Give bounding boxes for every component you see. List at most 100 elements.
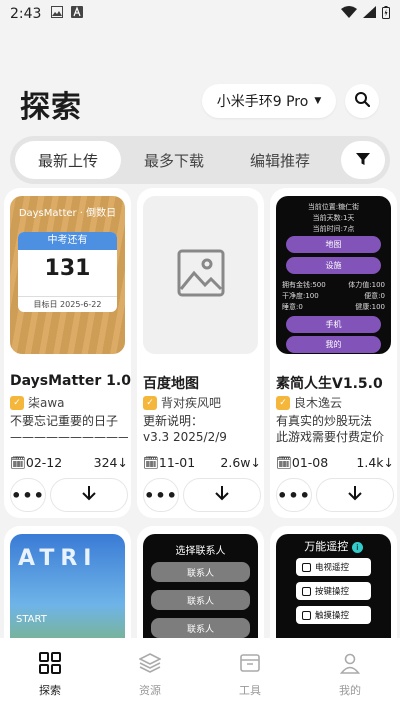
thumb-button: 手机 — [286, 316, 381, 333]
card-description: 更新说明： v3.3 2025/2/9 — [143, 413, 261, 447]
thumb-title: 选择联系人 — [175, 546, 226, 557]
download-small-icon: ↓ — [383, 455, 394, 470]
wifi-icon — [341, 6, 357, 22]
toolbox-icon — [239, 652, 261, 678]
download-button[interactable] — [316, 478, 394, 512]
filter-button[interactable] — [341, 141, 385, 179]
battery-icon — [382, 5, 390, 23]
author-name: 良木逸云 — [294, 396, 343, 410]
image-placeholder-icon — [177, 249, 225, 301]
remote-item-label: 电视遥控 — [315, 563, 350, 573]
thumb-title-text: 万能遥控 — [304, 540, 349, 553]
card-downloads: 324 — [93, 455, 118, 470]
search-button[interactable] — [345, 84, 379, 118]
countdown-card: 中考还有 131 目标日 2025-6-22 — [18, 232, 117, 312]
resource-card[interactable]: 百度地图 ✓ 背对疾风吧 更新说明： v3.3 2025/2/9 🗓11-01 … — [137, 188, 264, 518]
card-meta: 🗓01-08 1.4k↓ — [276, 455, 394, 471]
thumb-text: 当前时间:7点 — [312, 225, 355, 233]
card-downloads: 2.6w — [220, 455, 251, 470]
nav-tools[interactable]: 工具 — [200, 638, 300, 711]
nav-resources[interactable]: 资源 — [100, 638, 200, 711]
download-button[interactable] — [50, 478, 128, 512]
more-icon: ••• — [277, 485, 311, 505]
sort-tabs: 最新上传 最多下载 编辑推荐 — [10, 136, 390, 184]
card-downloads-group: 2.6w↓ — [220, 455, 261, 471]
info-icon: i — [351, 542, 363, 553]
thumb-contact: 联系人 — [151, 562, 250, 582]
calendar-icon: 🗓 — [276, 455, 292, 470]
nav-label: 我的 — [339, 683, 361, 697]
signal-icon — [363, 6, 376, 22]
device-selector[interactable]: 小米手环9 Pro ▼ — [202, 84, 336, 118]
thumb-stats: 干净度:100 便意:0 — [282, 291, 385, 301]
thumb-contact: 联系人 — [151, 590, 250, 610]
more-button[interactable]: ••• — [143, 478, 179, 512]
verified-badge-icon: ✓ — [143, 395, 157, 410]
thumb-contact: 联系人 — [151, 618, 250, 638]
stat: 拥有金钱:500 — [282, 281, 326, 289]
card-author: ✓ 背对疾风吧 — [143, 394, 221, 411]
countdown-footer: 目标日 2025-6-22 — [18, 296, 117, 312]
countdown-header: 中考还有 — [18, 232, 117, 250]
remote-item-label: 触摸操控 — [315, 611, 350, 621]
resource-card[interactable]: DaysMatter · 倒数日 中考还有 131 目标日 2025-6-22 … — [4, 188, 131, 518]
layers-icon — [138, 652, 162, 678]
card-date-group: 🗓02-12 — [10, 455, 62, 471]
thumb-button: 设施 — [286, 257, 381, 274]
nav-label: 资源 — [139, 683, 161, 697]
desc-line: 此游戏需要付费定价 — [276, 430, 385, 444]
card-author: ✓ 良木逸云 — [276, 394, 342, 411]
card-actions: ••• — [10, 478, 128, 512]
touch-icon — [302, 610, 311, 620]
thumb-text: 当前天数:1天 — [312, 214, 355, 222]
grid-icon — [39, 651, 61, 678]
thumb-stats: 睡意:0 健康:100 — [282, 302, 385, 312]
tab-latest[interactable]: 最新上传 — [15, 141, 121, 179]
card-actions: ••• — [143, 478, 261, 512]
download-icon — [214, 485, 230, 505]
card-title: DaysMatter 1.0.2 — [10, 373, 131, 389]
download-button[interactable] — [183, 478, 261, 512]
resource-card[interactable]: 万能遥控 i 电视遥控 按键操控 触摸操控 — [270, 526, 397, 648]
tab-most-downloaded[interactable]: 最多下载 — [121, 141, 227, 179]
resource-card[interactable]: ATRI START — [4, 526, 131, 648]
calendar-icon: 🗓 — [10, 455, 26, 470]
thumb-header: DaysMatter · 倒数日 — [18, 208, 117, 219]
card-meta: 🗓11-01 2.6w↓ — [143, 455, 261, 471]
card-date-group: 🗓11-01 — [143, 455, 195, 471]
thumb-button: 地图 — [286, 236, 381, 253]
card-thumbnail: DaysMatter · 倒数日 中考还有 131 目标日 2025-6-22 — [10, 196, 125, 354]
tab-editor-picks[interactable]: 编辑推荐 — [227, 141, 333, 179]
page-title: 探索 — [20, 90, 82, 125]
desc-line: 不要忘记重要的日子 — [10, 414, 119, 428]
download-icon — [347, 485, 363, 505]
bottom-nav: 探索 资源 工具 我的 — [0, 638, 400, 711]
nav-me[interactable]: 我的 — [300, 638, 400, 711]
verified-badge-icon: ✓ — [10, 395, 24, 410]
card-date: 01-08 — [291, 455, 329, 470]
card-thumbnail — [143, 196, 258, 354]
nav-explore[interactable]: 探索 — [0, 638, 100, 711]
stat: 干净度:100 — [282, 292, 319, 300]
resource-card[interactable]: 选择联系人 联系人 联系人 联系人 — [137, 526, 264, 648]
device-selector-label: 小米手环9 Pro — [216, 94, 309, 110]
desc-line: 更新说明： — [143, 414, 204, 428]
nav-label: 工具 — [239, 683, 261, 697]
stat: 睡意:0 — [282, 303, 303, 311]
desc-line: 有真实的炒股玩法 — [276, 414, 373, 428]
resource-card[interactable]: 当前位置:糖仁街 当前天数:1天 当前时间:7点 地图 设施 拥有金钱:500 体… — [270, 188, 397, 518]
caret-down-icon: ▼ — [314, 96, 322, 106]
thumb-remote-item: 触摸操控 — [296, 606, 371, 624]
stat: 便意:0 — [364, 292, 385, 300]
more-button[interactable]: ••• — [276, 478, 312, 512]
countdown-number: 131 — [44, 256, 91, 281]
card-thumbnail: 当前位置:糖仁街 当前天数:1天 当前时间:7点 地图 设施 拥有金钱:500 体… — [276, 196, 391, 354]
author-name: 背对疾风吧 — [161, 396, 222, 410]
more-button[interactable]: ••• — [10, 478, 46, 512]
search-icon — [354, 91, 371, 111]
header: 探索 小米手环9 Pro ▼ — [0, 80, 400, 125]
card-thumbnail: ATRI START — [10, 534, 125, 648]
thumb-start-label: START — [16, 614, 47, 625]
calendar-icon: 🗓 — [143, 455, 159, 470]
verified-badge-icon: ✓ — [276, 395, 290, 410]
